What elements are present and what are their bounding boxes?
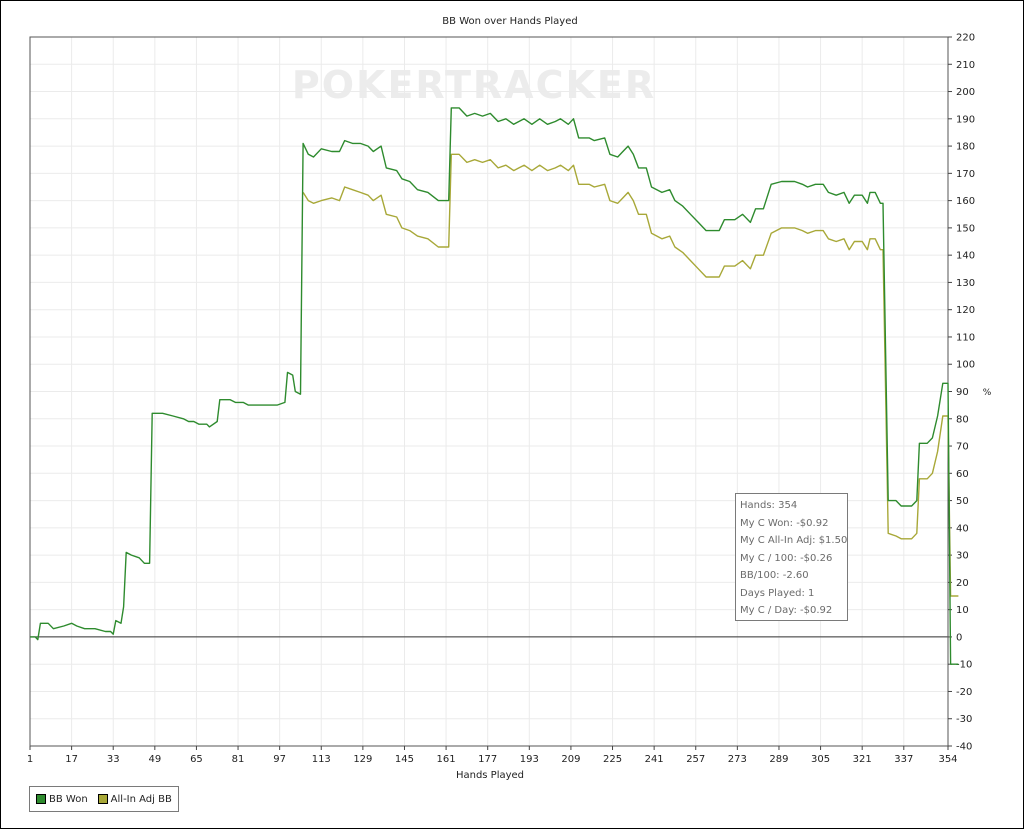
y-tick-label: 100: [956, 360, 975, 371]
y-tick-label: 60: [956, 469, 969, 480]
y-tick-label: 180: [956, 142, 975, 153]
y-tick-label: 70: [956, 442, 969, 453]
y-tick-label: 50: [956, 496, 969, 507]
legend-item-allin-adj: All-In Adj BB: [97, 793, 172, 805]
y-tick-label: 170: [956, 169, 975, 180]
stats-box: Hands: 354 My C Won: -$0.92 My C All-In …: [735, 493, 848, 621]
legend-label-bb-won: BB Won: [49, 793, 88, 805]
x-tick-label: 65: [190, 754, 203, 765]
stat-won: My C Won: -$0.92: [740, 517, 829, 529]
stat-per-day: My C / Day: -$0.92: [740, 605, 833, 616]
y-tick-label: 140: [956, 251, 975, 262]
x-tick-label: 177: [478, 754, 497, 765]
y-tick-label: 200: [956, 87, 975, 98]
y-axis-label: %: [983, 388, 992, 398]
x-tick-label: 1: [27, 754, 33, 765]
x-tick-label: 225: [603, 754, 622, 765]
x-axis-label: Hands Played: [456, 770, 524, 781]
stat-days-played: Days Played: 1: [740, 587, 815, 599]
x-tick-label: 257: [686, 754, 705, 765]
chart-title: BB Won over Hands Played: [442, 16, 577, 27]
x-tick-label: 145: [395, 754, 414, 765]
y-tick-label: 220: [956, 33, 975, 44]
y-tick-label: 40: [956, 523, 969, 534]
x-tick-label: 273: [728, 754, 747, 765]
legend-label-allin-adj: All-In Adj BB: [110, 793, 172, 805]
y-tick-label: 210: [956, 60, 975, 71]
x-tick-label: 97: [273, 754, 286, 765]
y-tick-label: 90: [956, 387, 969, 398]
y-tick-label: 150: [956, 223, 975, 234]
y-tick-label: 0: [956, 632, 962, 643]
x-tick-label: 289: [769, 754, 788, 765]
x-tick-label: 129: [353, 754, 372, 765]
y-tick-label: -10: [956, 660, 972, 671]
y-tick-label: -20: [956, 687, 972, 698]
y-tick-label: 120: [956, 305, 975, 316]
y-tick-label: 30: [956, 551, 969, 562]
x-tick-label: 354: [938, 754, 957, 765]
y-tick-label: 160: [956, 196, 975, 207]
stat-hands: Hands: 354: [740, 500, 798, 511]
chart-legend: BB Won All-In Adj BB: [29, 786, 179, 812]
y-tick-label: 110: [956, 332, 975, 343]
y-tick-label: -40: [956, 742, 972, 753]
legend-swatch-bb-won: [36, 794, 46, 804]
x-tick-label: 161: [437, 754, 456, 765]
bb-won-chart: POKERTRACKER 1 17 33 49 65 81 97 113 129 145 161 177…: [27, 16, 992, 781]
stat-allin-adj: My C All-In Adj: $1.50: [740, 535, 848, 546]
y-tick-label: 190: [956, 114, 975, 125]
x-tick-label: 113: [312, 754, 331, 765]
legend-swatch-allin-adj: [97, 794, 108, 804]
x-tick-label: 337: [894, 754, 913, 765]
x-tick-label: 17: [65, 754, 78, 765]
stat-per-100: My C / 100: -$0.26: [740, 552, 833, 564]
x-tick-label: 193: [520, 754, 539, 765]
x-tick-label: 33: [107, 754, 120, 765]
y-tick-label: 130: [956, 278, 975, 289]
x-tick-label: 241: [645, 754, 664, 765]
y-tick-label: 80: [956, 414, 969, 425]
x-tick-label: 305: [811, 754, 830, 765]
y-tick-label: 20: [956, 578, 969, 589]
y-tick-label: 10: [956, 605, 969, 616]
x-tick-label: 209: [561, 754, 580, 765]
y-tick-label: -30: [956, 714, 972, 725]
watermark-text: POKERTRACKER: [292, 63, 656, 107]
x-tick-label: 81: [232, 754, 245, 765]
x-tick-label: 321: [853, 754, 872, 765]
legend-item-bb-won: BB Won: [36, 794, 88, 805]
x-tick-label: 49: [148, 754, 161, 765]
stat-bb-per-100: BB/100: -2.60: [740, 570, 809, 581]
